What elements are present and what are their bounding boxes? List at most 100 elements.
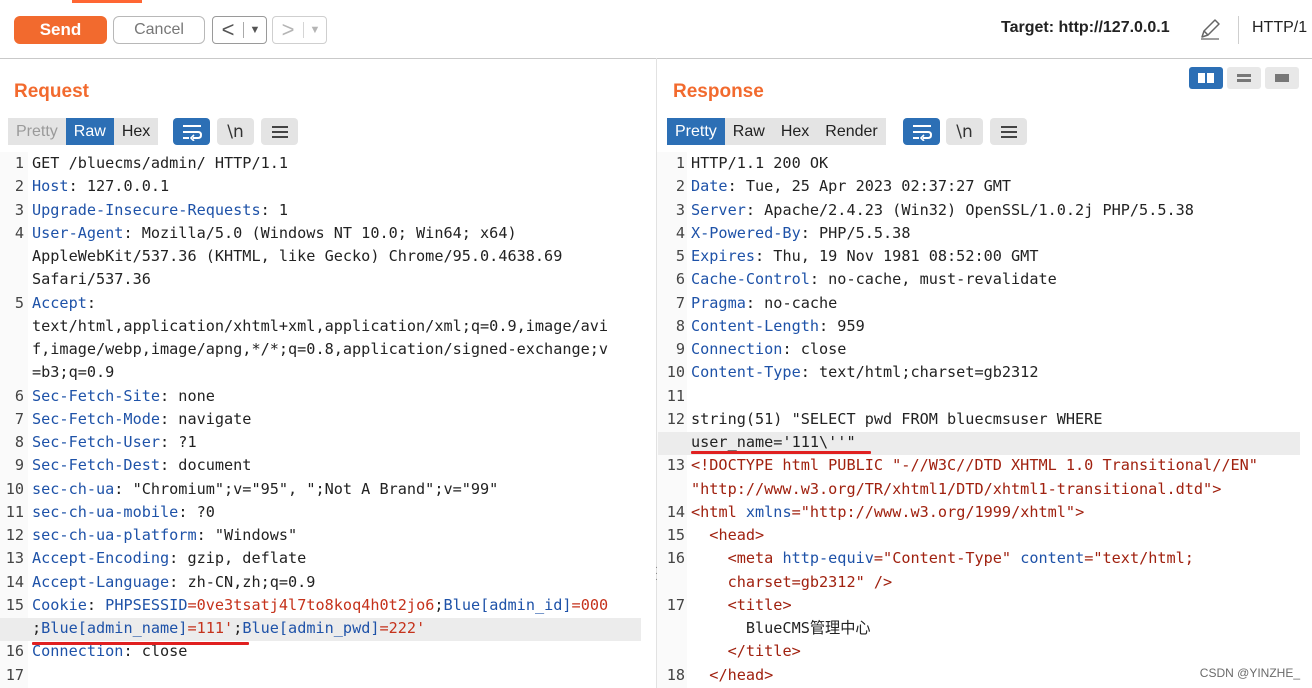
code-line: 3 Server: Apache/2.4.23 (Win32) OpenSSL/1… bbox=[659, 199, 1309, 222]
line-number: 11 bbox=[666, 386, 685, 405]
columns-icon bbox=[1198, 73, 1214, 83]
code-token: =b3;q=0.9 bbox=[32, 363, 115, 382]
wrap-lines-icon bbox=[182, 124, 202, 141]
line-number: 4 bbox=[675, 223, 685, 242]
code-token: </head> bbox=[709, 665, 774, 684]
code-line: 9 Connection: close bbox=[659, 338, 1309, 361]
code-token: Accept-Encoding bbox=[32, 549, 170, 568]
line-number: 14 bbox=[5, 572, 24, 591]
back-button[interactable]: < ▼ bbox=[212, 16, 267, 44]
line-number: 17 bbox=[666, 595, 685, 614]
newline-toggle-button[interactable]: \n bbox=[217, 118, 254, 145]
caret-down-icon[interactable]: ▼ bbox=[244, 24, 266, 36]
watermark: CSDN @YINZHE_ bbox=[1199, 666, 1300, 680]
rows-icon bbox=[1237, 74, 1251, 82]
line-text: Expires: Thu, 19 Nov 1981 08:52:00 GMT bbox=[691, 245, 1038, 268]
line-text: <html xmlns="http://www.w3.org/1999/xhtm… bbox=[691, 501, 1084, 524]
line-number: 6 bbox=[675, 270, 685, 289]
code-token: sec-ch-ua-platform bbox=[32, 526, 197, 544]
code-token: Accept-Language bbox=[32, 572, 170, 591]
line-number: 15 bbox=[666, 526, 685, 544]
code-line: 13 <!DOCTYPE html PUBLIC "-//W3C//DTD XHT… bbox=[659, 454, 1309, 477]
line-text: Pragma: no-cache bbox=[691, 292, 837, 315]
code-token: : Apache/2.4.23 (Win32) OpenSSL/1.0.2j P… bbox=[745, 200, 1194, 219]
code-token: <title> bbox=[727, 595, 792, 614]
layout-side-by-side-button[interactable] bbox=[1189, 67, 1223, 89]
line-text: Connection: close bbox=[691, 338, 846, 361]
code-token: X-Powered-By bbox=[691, 223, 801, 242]
line-number: 8 bbox=[675, 316, 685, 335]
send-button[interactable]: Send bbox=[14, 16, 107, 44]
line-text: charset=gb2312" /> bbox=[691, 571, 893, 594]
code-token: charset=gb2312" bbox=[727, 572, 865, 591]
line-text: <meta http-equiv="Content-Type" content=… bbox=[691, 547, 1194, 570]
line-text: sec-ch-ua: "Chromium";v="95", ";Not A Br… bbox=[32, 478, 498, 501]
pencil-icon[interactable] bbox=[1197, 16, 1223, 42]
http-version-label[interactable]: HTTP/1 bbox=[1252, 19, 1307, 37]
code-line: 1 HTTP/1.1 200 OK bbox=[659, 152, 1309, 175]
code-line: </title> bbox=[659, 640, 1309, 663]
code-line: 4 User-Agent: Mozilla/5.0 (Windows NT 10.… bbox=[0, 222, 650, 245]
menu-icon bbox=[271, 125, 288, 138]
line-text: Cache-Control: no-cache, must-revalidate bbox=[691, 268, 1057, 291]
code-token: : none bbox=[160, 386, 215, 405]
line-text: text/html,application/xhtml+xml,applicat… bbox=[32, 315, 608, 338]
code-line: charset=gb2312" /> bbox=[659, 571, 1309, 594]
code-token: Blue[admin_id] bbox=[443, 595, 572, 614]
code-line: text/html,application/xhtml+xml,applicat… bbox=[0, 315, 650, 338]
tab-hex[interactable]: Hex bbox=[772, 118, 818, 145]
code-token: : no-cache bbox=[745, 293, 838, 312]
line-text: User-Agent: Mozilla/5.0 (Windows NT 10.0… bbox=[32, 222, 517, 245]
tab-pretty[interactable]: Pretty bbox=[8, 118, 66, 145]
code-line: 12 sec-ch-ua-platform: "Windows" bbox=[0, 524, 650, 547]
code-token: http-equiv bbox=[773, 549, 874, 568]
code-line: 17 <title> bbox=[659, 594, 1309, 617]
line-text: </head> bbox=[691, 664, 773, 687]
code-token: : gzip, deflate bbox=[169, 549, 307, 568]
forward-button[interactable]: > ▼ bbox=[272, 16, 327, 44]
line-number: 2 bbox=[675, 177, 685, 196]
code-token: : Tue, 25 Apr 2023 02:37:27 GMT bbox=[727, 177, 1012, 196]
code-line: 15 Cookie: PHPSESSID=0ve3tsatj4l7to8koq4h… bbox=[0, 594, 650, 617]
chevron-left-icon: < bbox=[221, 17, 235, 42]
wrap-lines-button[interactable] bbox=[173, 118, 210, 145]
line-number: 7 bbox=[675, 293, 685, 312]
code-line: 2 Host: 127.0.0.1 bbox=[0, 175, 650, 198]
line-number: 12 bbox=[666, 409, 685, 428]
line-text: Accept-Encoding: gzip, deflate bbox=[32, 547, 306, 570]
layout-stacked-button[interactable] bbox=[1227, 67, 1261, 89]
caret-down-icon[interactable]: ▼ bbox=[304, 24, 326, 36]
code-token: BlueCMS管理中心 bbox=[691, 619, 871, 637]
tab-raw[interactable]: Raw bbox=[724, 118, 773, 145]
code-token: : "Windows" bbox=[196, 526, 298, 544]
line-text: sec-ch-ua-platform: "Windows" bbox=[32, 524, 297, 547]
code-line: 10 Content-Type: text/html;charset=gb2312 bbox=[659, 361, 1309, 384]
code-token: Sec-Fetch-Site bbox=[32, 386, 161, 405]
tab-pretty[interactable]: Pretty bbox=[667, 118, 725, 145]
code-token: =111' bbox=[187, 619, 234, 637]
code-token: user_name='111\''" bbox=[691, 433, 856, 451]
cancel-button[interactable]: Cancel bbox=[113, 16, 205, 44]
line-number: 9 bbox=[675, 340, 685, 358]
line-number: 1 bbox=[675, 154, 685, 172]
code-line: 16 <meta http-equiv="Content-Type" conte… bbox=[659, 547, 1309, 570]
tab-render[interactable]: Render bbox=[817, 118, 886, 145]
tab-hex[interactable]: Hex bbox=[113, 118, 159, 145]
line-number: 18 bbox=[666, 665, 685, 684]
code-line: 10 sec-ch-ua: "Chromium";v="95", ";Not A … bbox=[0, 478, 650, 501]
tab-raw[interactable]: Raw bbox=[65, 118, 114, 145]
code-token: <meta bbox=[727, 549, 774, 568]
code-token: Sec-Fetch-Mode bbox=[32, 409, 161, 428]
wrap-lines-button[interactable] bbox=[903, 118, 940, 145]
layout-single-button[interactable] bbox=[1265, 67, 1299, 89]
line-text: Date: Tue, 25 Apr 2023 02:37:27 GMT bbox=[691, 175, 1011, 198]
response-underline bbox=[691, 451, 871, 454]
menu-button[interactable] bbox=[261, 118, 298, 145]
menu-button[interactable] bbox=[990, 118, 1027, 145]
newline-toggle-button[interactable]: \n bbox=[946, 118, 983, 145]
code-line: Safari/537.36 bbox=[0, 268, 650, 291]
line-text: Upgrade-Insecure-Requests: 1 bbox=[32, 199, 288, 222]
line-number: 16 bbox=[5, 642, 24, 661]
